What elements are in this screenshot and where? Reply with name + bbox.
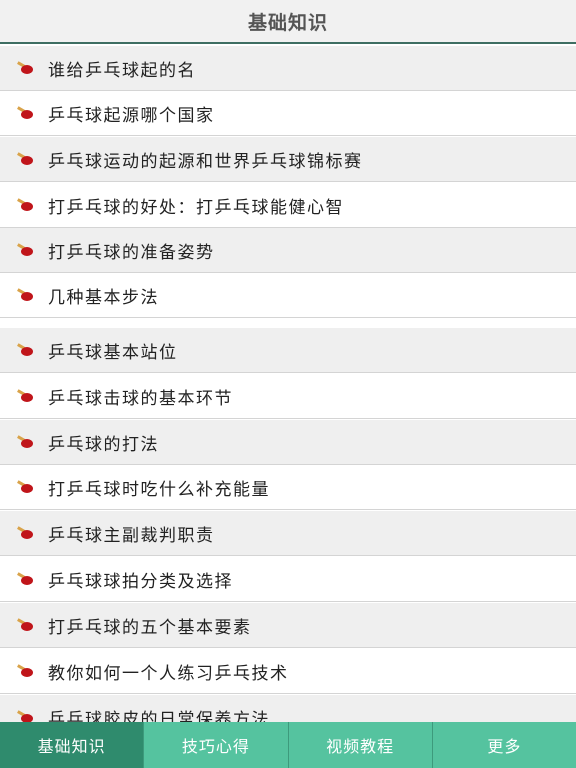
list-item-label: 乒乓球胶皮的日常保养方法 [48, 709, 270, 723]
tab-label: 技巧心得 [181, 737, 250, 756]
list-item-label: 打乒乓球时吃什么补充能量 [48, 479, 270, 500]
ping-pong-paddle-icon [17, 152, 33, 165]
list-item[interactable]: 打乒乓球时吃什么补充能量 [0, 465, 576, 510]
list-item-label: 乒乓球起源哪个国家 [48, 105, 215, 126]
list-item[interactable]: 教你如何一个人练习乒乓技术 [0, 649, 576, 694]
tab-tips[interactable]: 技巧心得 [144, 722, 289, 768]
ping-pong-paddle-icon [17, 710, 33, 722]
ping-pong-paddle-icon [17, 198, 33, 211]
ping-pong-paddle-icon [17, 243, 33, 256]
list-item[interactable]: 乒乓球起源哪个国家 [0, 91, 576, 136]
tab-more[interactable]: 更多 [433, 722, 576, 768]
ping-pong-paddle-icon [17, 618, 33, 631]
ping-pong-paddle-icon [17, 61, 33, 74]
ping-pong-paddle-icon [17, 343, 33, 356]
list-item[interactable]: 乒乓球的打法 [0, 420, 576, 465]
list-item-label: 乒乓球基本站位 [48, 342, 178, 363]
tab-label: 视频教程 [326, 737, 395, 756]
list-item[interactable]: 乒乓球胶皮的日常保养方法 [0, 695, 576, 722]
list-item-label: 乒乓球的打法 [48, 434, 159, 455]
ping-pong-paddle-icon [17, 664, 33, 677]
topic-list[interactable]: 谁给乒乓球起的名 乒乓球起源哪个国家乒乓球运动的起源和世界乒乓球锦标赛 打乒乓球的好… [0, 46, 576, 722]
list-item[interactable]: 几种基本步法 [0, 273, 576, 318]
bottom-tab-bar: 基础知识 技巧心得 视频教程 更多 [0, 722, 576, 768]
header-bar: 基础知识 [0, 0, 576, 44]
page-title: 基础知识 [247, 11, 328, 34]
list-item[interactable]: 打乒乓球的五个基本要素 [0, 603, 576, 648]
list-item-label: 教你如何一个人练习乒乓技术 [48, 663, 289, 684]
list-item-label: 打乒乓球的好处：打乒乓球能健心智 [48, 197, 344, 218]
ping-pong-paddle-icon [17, 435, 33, 448]
list-item[interactable]: 乒乓球主副裁判职责 [0, 511, 576, 556]
list-item-label: 乒乓球主副裁判职责 [48, 525, 215, 546]
list-item-label: 乒乓球运动的起源和世界乒乓球锦标赛 [48, 151, 363, 172]
list-item[interactable]: 打乒乓球的准备姿势 [0, 228, 576, 273]
list-item[interactable]: 乒乓球球拍分类及选择 [0, 557, 576, 602]
list-item[interactable]: 乒乓球运动的起源和世界乒乓球锦标赛 [0, 137, 576, 182]
tab-basics[interactable]: 基础知识 [0, 722, 145, 768]
tab-videos[interactable]: 视频教程 [289, 722, 433, 768]
ping-pong-paddle-icon [17, 106, 33, 119]
list-item[interactable]: 乒乓球基本站位 [0, 328, 576, 373]
list-item-label: 几种基本步法 [48, 287, 159, 308]
ping-pong-paddle-icon [17, 526, 33, 539]
ping-pong-paddle-icon [17, 572, 33, 585]
list-item-label: 乒乓球击球的基本环节 [48, 388, 233, 409]
list-item-label: 打乒乓球的五个基本要素 [48, 617, 252, 638]
list-item-label: 打乒乓球的准备姿势 [48, 242, 215, 263]
list-item-label: 乒乓球球拍分类及选择 [48, 571, 233, 592]
ping-pong-paddle-icon [17, 480, 33, 493]
list-item[interactable]: 谁给乒乓球起的名 [0, 46, 576, 91]
ping-pong-paddle-icon [17, 389, 33, 402]
list-item[interactable]: 打乒乓球的好处：打乒乓球能健心智 [0, 183, 576, 228]
tab-label: 基础知识 [37, 737, 106, 756]
list-item-label: 谁给乒乓球起的名 [48, 60, 196, 81]
list-item[interactable]: 乒乓球击球的基本环节 [0, 374, 576, 419]
ping-pong-paddle-icon [17, 288, 33, 301]
tab-label: 更多 [487, 737, 522, 756]
